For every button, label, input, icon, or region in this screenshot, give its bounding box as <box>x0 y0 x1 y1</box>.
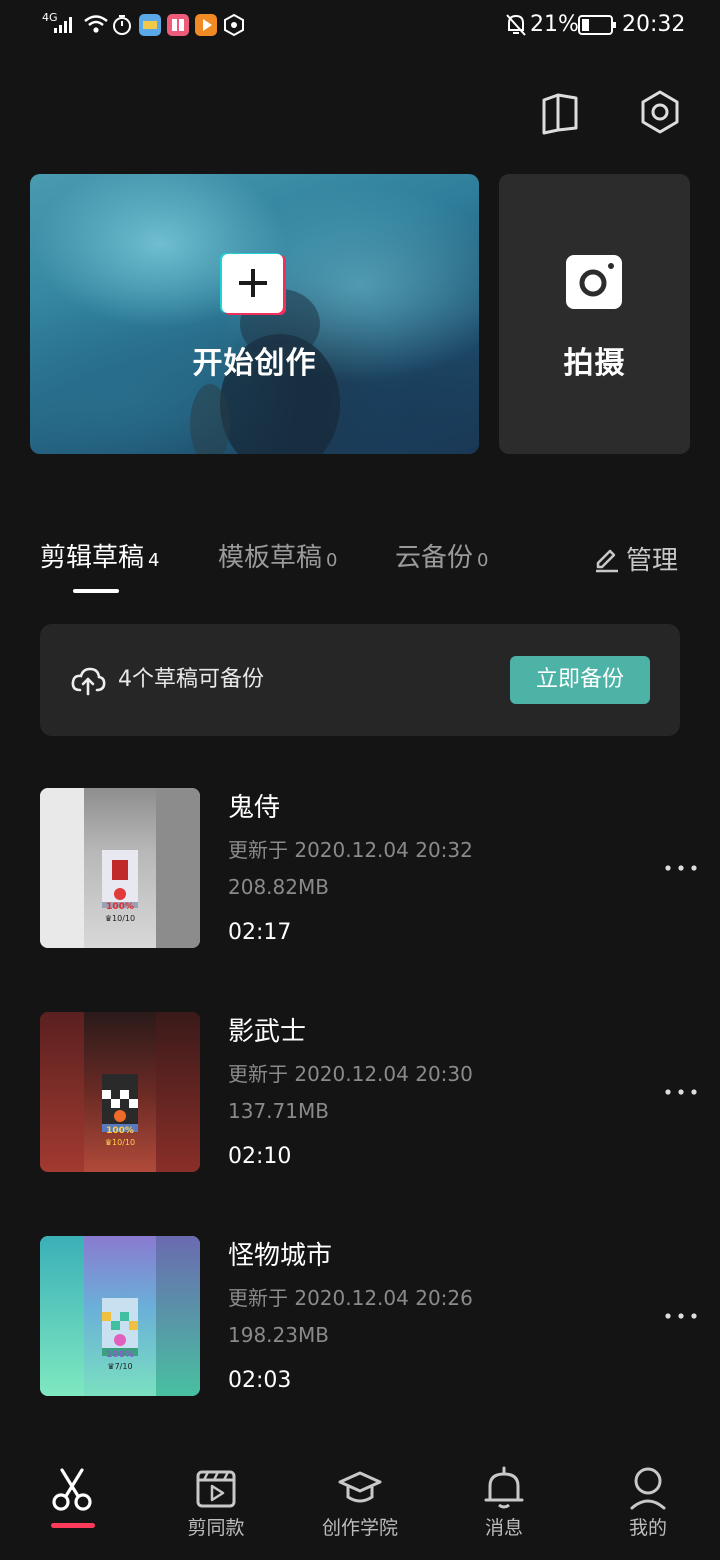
nav-label: 创作学院 <box>321 1517 398 1539</box>
edit-pencil-icon <box>596 549 618 573</box>
draft-thumbnail: 100% ♛10/10 <box>40 1012 200 1172</box>
more-options-icon[interactable] <box>656 858 706 878</box>
battery-icon <box>578 15 616 35</box>
tab-label: 模板草稿 <box>218 543 323 573</box>
thumb-progress: 100% <box>106 1126 134 1136</box>
active-nav-indicator <box>51 1523 95 1528</box>
draft-item[interactable]: 100% ♛10/10 影武士 更新于 2020.12.04 20:30 137… <box>0 1012 720 1182</box>
timer-icon <box>113 15 131 35</box>
thumb-level: ♛10/10 <box>104 1138 136 1147</box>
tab-template-drafts[interactable]: 模板草稿 0 <box>218 536 337 580</box>
backup-message: 4个草稿可备份 <box>118 667 264 692</box>
tab-count: 4 <box>148 550 160 571</box>
draft-item[interactable]: 100% ♛7/10 怪物城市 更新于 2020.12.04 20:26 198… <box>0 1236 720 1406</box>
draft-title: 怪物城市 <box>228 1241 333 1271</box>
draft-size: 198.23MB <box>228 1323 329 1347</box>
cloud-upload-icon <box>71 667 106 696</box>
graduation-cap-icon <box>338 1471 382 1503</box>
backup-banner: 4个草稿可备份 立即备份 <box>40 624 680 736</box>
backup-now-button[interactable]: 立即备份 <box>510 656 650 704</box>
video-app-icon <box>195 14 217 36</box>
draft-thumbnail: 100% ♛10/10 <box>40 788 200 948</box>
start-creating-label: 开始创作 <box>192 346 317 381</box>
manage-button[interactable]: 管理 <box>592 536 678 580</box>
bell-muted-icon <box>506 14 526 36</box>
clapper-video-icon <box>196 1470 236 1508</box>
nav-label: 消息 <box>484 1517 523 1539</box>
tab-label: 云备份 <box>395 543 474 573</box>
shoot-card[interactable]: 拍摄 <box>499 174 690 454</box>
nav-item-messages[interactable]: 消息 <box>432 1450 576 1560</box>
scissors-icon <box>52 1468 92 1511</box>
nav-item-templates[interactable]: 剪同款 <box>144 1450 288 1560</box>
thumb-level: ♛10/10 <box>104 914 136 923</box>
tab-count: 0 <box>326 550 338 571</box>
signal-icon <box>54 17 72 33</box>
status-bar: 4G 21% 20:32 <box>0 0 720 52</box>
draft-updated: 更新于 2020.12.04 20:32 <box>228 838 473 862</box>
active-tab-indicator <box>73 589 119 593</box>
manage-label: 管理 <box>626 545 679 576</box>
app-notification-icon <box>139 14 161 36</box>
tab-count: 0 <box>477 550 489 571</box>
tutorial-book-icon[interactable] <box>532 84 588 140</box>
draft-title: 影武士 <box>228 1017 307 1047</box>
start-creating-card[interactable]: 开始创作 <box>30 174 479 454</box>
plus-icon <box>220 253 286 315</box>
wifi-icon <box>84 15 108 33</box>
draft-size: 137.71MB <box>228 1099 329 1123</box>
more-options-icon[interactable] <box>656 1082 706 1102</box>
person-icon <box>630 1467 666 1510</box>
nav-label: 剪同款 <box>187 1517 245 1539</box>
bottom-navigation: 剪同款 创作学院 消息 我的 <box>0 1450 720 1560</box>
camera-icon <box>566 255 622 309</box>
tab-edit-drafts[interactable]: 剪辑草稿 4 <box>40 536 159 580</box>
nav-item-profile[interactable]: 我的 <box>576 1450 720 1560</box>
draft-duration: 02:10 <box>228 1144 292 1169</box>
draft-updated: 更新于 2020.12.04 20:30 <box>228 1062 473 1086</box>
clock: 20:32 <box>622 12 686 37</box>
reader-app-icon <box>167 14 189 36</box>
draft-duration: 02:03 <box>228 1368 292 1393</box>
draft-updated: 更新于 2020.12.04 20:26 <box>228 1286 473 1310</box>
draft-duration: 02:17 <box>228 920 292 945</box>
draft-title: 鬼侍 <box>228 793 281 823</box>
nav-item-edit[interactable] <box>0 1450 144 1560</box>
nav-label: 我的 <box>628 1517 667 1539</box>
thumb-progress: 100% <box>106 1350 134 1360</box>
more-options-icon[interactable] <box>656 1306 706 1326</box>
nav-item-academy[interactable]: 创作学院 <box>288 1450 432 1560</box>
draft-item[interactable]: 100% ♛10/10 鬼侍 更新于 2020.12.04 20:32 208.… <box>0 788 720 958</box>
shoot-label: 拍摄 <box>563 346 626 381</box>
hexagon-app-icon <box>224 13 244 37</box>
draft-thumbnail: 100% ♛7/10 <box>40 1236 200 1396</box>
tab-cloud-backup[interactable]: 云备份 0 <box>395 536 488 580</box>
tab-label: 剪辑草稿 <box>40 543 145 573</box>
bell-icon <box>484 1466 524 1509</box>
thumb-level: ♛7/10 <box>107 1362 133 1371</box>
thumb-progress: 100% <box>106 902 134 912</box>
settings-hexagon-icon[interactable] <box>632 84 688 140</box>
battery-percent: 21% <box>530 12 579 37</box>
draft-size: 208.82MB <box>228 875 329 899</box>
